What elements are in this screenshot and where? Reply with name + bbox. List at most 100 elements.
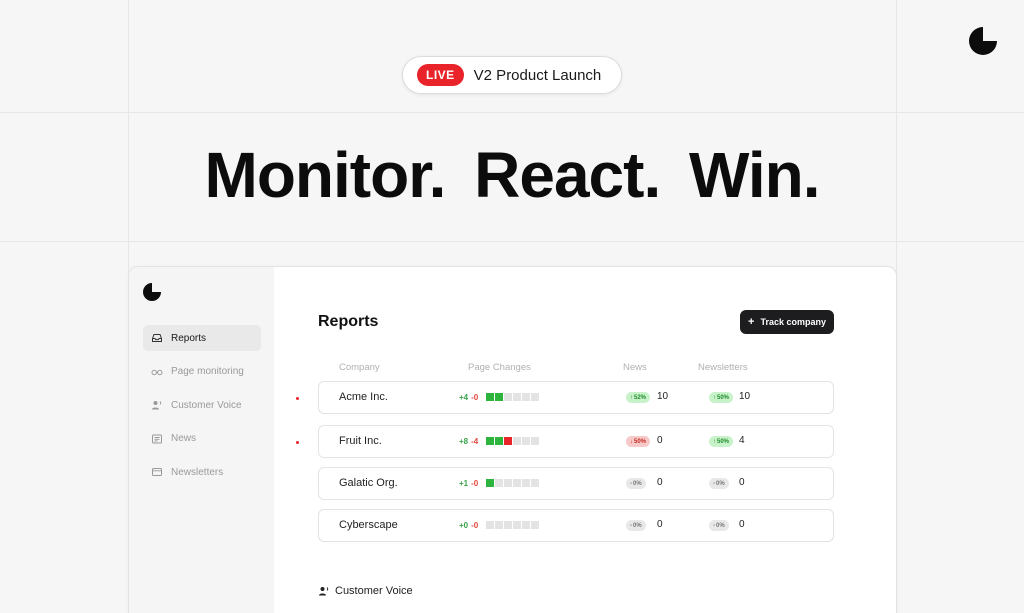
- sidebar-item-customer-voice[interactable]: Customer Voice: [143, 392, 261, 418]
- live-badge: LIVE: [417, 64, 464, 86]
- news-count: 0: [657, 477, 663, 488]
- hero-headline: Monitor. React. Win.: [204, 139, 821, 211]
- sidebar-item-reports[interactable]: Reports: [143, 325, 261, 351]
- news-count: 10: [657, 391, 669, 402]
- change-square: [504, 393, 512, 401]
- change-square: [513, 479, 521, 487]
- news-count: 0: [657, 435, 663, 446]
- newsletters-trend-badge: ↑ 50%: [709, 436, 734, 447]
- change-square: [486, 521, 494, 529]
- column-header-company[interactable]: Company: [339, 362, 380, 373]
- unread-indicator-dot: [296, 397, 299, 400]
- glasses-icon: [151, 366, 163, 378]
- newsletters-count: 0: [739, 519, 745, 530]
- change-square: [486, 393, 494, 401]
- mail-window-icon: [151, 466, 163, 478]
- removals-count: -4: [471, 437, 479, 446]
- change-square: [504, 521, 512, 529]
- sidebar-item-label: Newsletters: [171, 466, 224, 478]
- sidebar-item-label: Reports: [171, 332, 207, 344]
- unread-indicator-dot: [296, 441, 299, 444]
- news-trend-badge: ↓ 50%: [626, 436, 651, 447]
- section-label-text: Customer Voice: [335, 585, 413, 597]
- table-row[interactable]: Cyberscape +0 -0 -0% 0 -0% 0: [318, 509, 834, 542]
- newspaper-icon: [151, 433, 163, 445]
- newsletters-count: 10: [739, 391, 751, 402]
- person-voice-icon: [319, 587, 329, 596]
- table-row[interactable]: Acme Inc. +4 -0 ↑ 52% 10 ↑ 50% 10: [318, 381, 834, 414]
- announcement-pill[interactable]: LIVE V2 Product Launch: [402, 56, 622, 94]
- main-content: Reports + Track company Company Page Cha…: [274, 267, 896, 613]
- change-square: [504, 479, 512, 487]
- sidebar-item-newsletters[interactable]: Newsletters: [143, 459, 261, 485]
- change-square: [486, 479, 494, 487]
- trend-arrow-icon: -: [630, 480, 632, 487]
- news-trend-badge: -0%: [626, 478, 646, 489]
- change-bar: [486, 479, 539, 487]
- trend-arrow-icon: -: [630, 522, 632, 529]
- change-square: [513, 393, 521, 401]
- change-square: [531, 437, 539, 445]
- sidebar-item-label: Customer Voice: [171, 399, 242, 411]
- change-square: [531, 393, 539, 401]
- table-row[interactable]: Galatic Org. +1 -0 -0% 0 -0% 0: [318, 467, 834, 500]
- sidebar-item-news[interactable]: News: [143, 426, 261, 452]
- sidebar-item-label: Page monitoring: [171, 366, 244, 377]
- newsletters-trend-badge: -0%: [709, 478, 729, 489]
- change-bar: [486, 437, 539, 445]
- app-preview-window: Reports Page monitoring Customer Voice N…: [128, 266, 897, 613]
- announcement-text: V2 Product Launch: [473, 66, 602, 84]
- plus-icon: +: [748, 315, 755, 328]
- table-row[interactable]: Fruit Inc. +8 -4 ↓ 50% 0 ↑ 50% 4: [318, 425, 834, 458]
- newsletters-trend-badge: -0%: [709, 520, 729, 531]
- news-trend-badge: ↑ 52%: [626, 392, 651, 403]
- trend-arrow-icon: ↑: [713, 394, 716, 401]
- column-header-news[interactable]: News: [623, 362, 647, 373]
- person-voice-icon: [151, 399, 163, 411]
- change-square: [513, 521, 521, 529]
- news-trend-badge: -0%: [626, 520, 646, 531]
- change-square: [504, 437, 512, 445]
- change-bar: [486, 393, 539, 401]
- additions-count: +8: [459, 437, 469, 446]
- page-title: Reports: [318, 313, 379, 330]
- change-square: [522, 393, 530, 401]
- removals-count: -0: [471, 479, 479, 488]
- grid-line: [0, 241, 1024, 242]
- additions-count: +0: [459, 521, 469, 530]
- removals-count: -0: [471, 521, 479, 530]
- change-square: [531, 521, 539, 529]
- page-change-delta: +1 -0: [459, 479, 478, 488]
- change-square: [486, 437, 494, 445]
- trend-arrow-icon: -: [713, 480, 715, 487]
- sidebar-item-label: News: [171, 433, 197, 444]
- grid-line: [0, 112, 1024, 113]
- page-change-delta: +8 -4: [459, 437, 478, 446]
- company-name: Cyberscape: [339, 519, 398, 531]
- sidebar-nav: Reports Page monitoring Customer Voice N…: [143, 325, 261, 493]
- change-square: [531, 479, 539, 487]
- sidebar-item-page-monitoring[interactable]: Page monitoring: [143, 359, 261, 385]
- news-count: 0: [657, 519, 663, 530]
- inbox-icon: [151, 332, 163, 344]
- trend-arrow-icon: -: [713, 522, 715, 529]
- trend-arrow-icon: ↓: [630, 438, 633, 445]
- page-change-delta: +4 -0: [459, 393, 478, 402]
- company-name: Galatic Org.: [339, 477, 398, 489]
- track-company-label: Track company: [760, 317, 826, 327]
- newsletters-count: 4: [739, 435, 745, 446]
- brand-logo-icon[interactable]: [969, 27, 997, 55]
- change-square: [522, 437, 530, 445]
- column-header-newsletters[interactable]: Newsletters: [698, 362, 748, 373]
- customer-voice-section-title: Customer Voice: [318, 585, 413, 597]
- column-header-page-changes[interactable]: Page Changes: [468, 362, 531, 373]
- additions-count: +1: [459, 479, 469, 488]
- change-square: [495, 437, 503, 445]
- change-square: [522, 479, 530, 487]
- track-company-button[interactable]: + Track company: [740, 310, 834, 334]
- app-logo-icon[interactable]: [143, 283, 161, 301]
- change-bar: [486, 521, 539, 529]
- company-name: Acme Inc.: [339, 391, 388, 403]
- removals-count: -0: [471, 393, 479, 402]
- change-square: [495, 393, 503, 401]
